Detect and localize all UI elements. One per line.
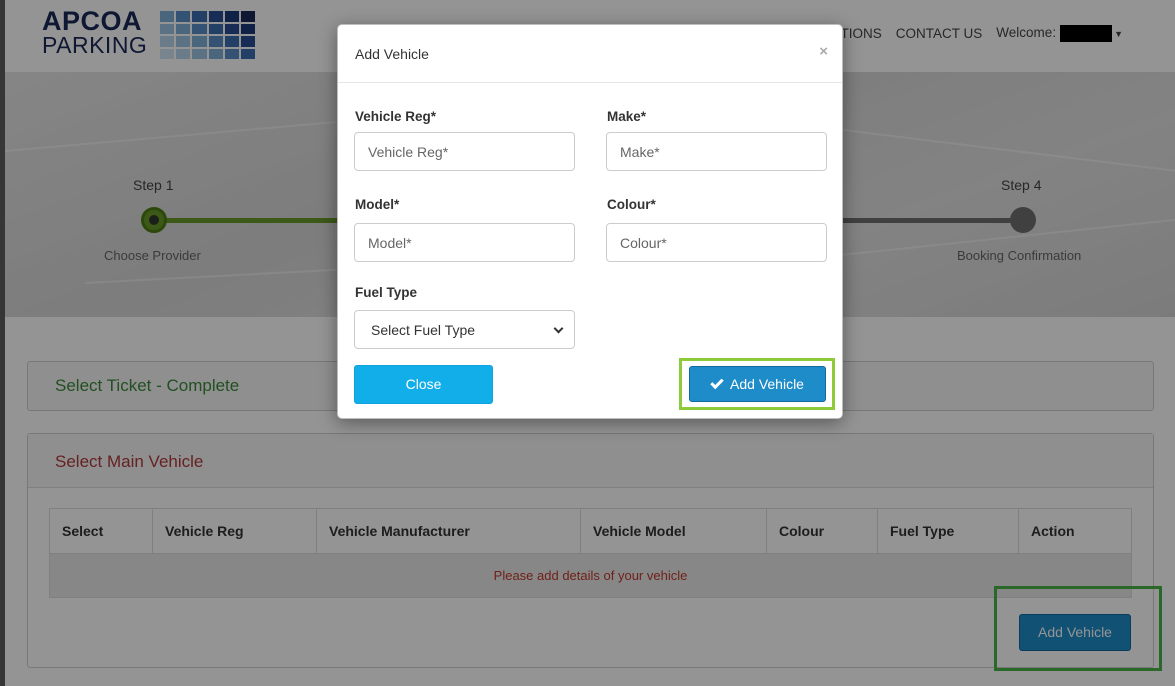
- fuel-type-selected-value: Select Fuel Type: [371, 322, 476, 338]
- vehicle-reg-input[interactable]: [354, 132, 575, 171]
- vehicle-reg-label: Vehicle Reg*: [355, 109, 437, 124]
- colour-input[interactable]: [606, 223, 827, 262]
- chevron-down-icon: [553, 323, 564, 334]
- highlight-box-modal-add: [679, 358, 835, 410]
- close-button[interactable]: Close: [354, 365, 493, 404]
- modal-title: Add Vehicle: [355, 46, 429, 62]
- model-label: Model*: [355, 197, 400, 212]
- make-label: Make*: [607, 109, 647, 124]
- modal-header: Add Vehicle ×: [338, 25, 842, 83]
- fuel-type-label: Fuel Type: [355, 285, 418, 300]
- colour-label: Colour*: [607, 197, 656, 212]
- add-vehicle-modal: Add Vehicle × Vehicle Reg* Make* Model* …: [337, 24, 843, 419]
- fuel-type-select[interactable]: Select Fuel Type: [354, 310, 575, 349]
- make-input[interactable]: [606, 132, 827, 171]
- close-icon[interactable]: ×: [819, 43, 828, 60]
- model-input[interactable]: [354, 223, 575, 262]
